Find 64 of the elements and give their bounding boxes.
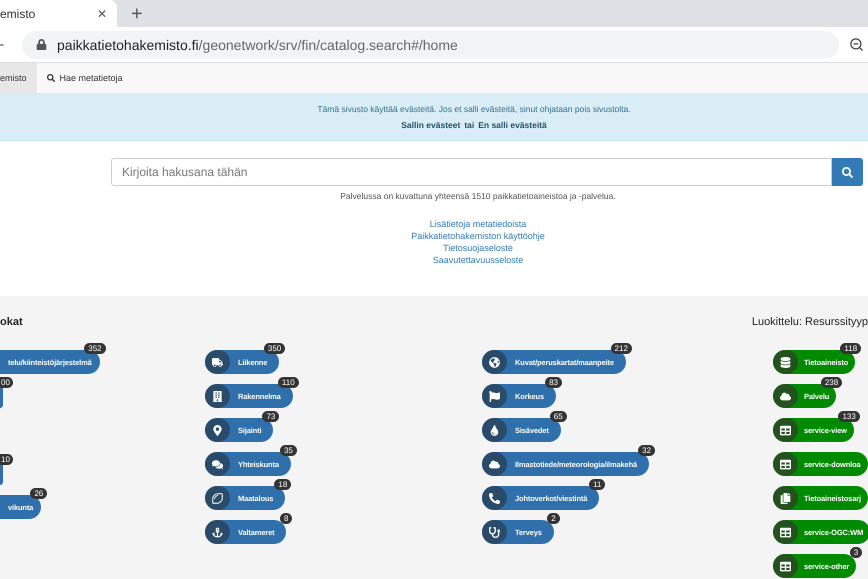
nav-link[interactable]: Hae metatietoja xyxy=(36,63,133,93)
info-link[interactable]: Paikkatietohakemiston käyttöohje xyxy=(411,231,545,241)
truck-icon xyxy=(212,356,223,368)
lock-icon xyxy=(36,39,47,50)
close-icon[interactable]: ✕ xyxy=(97,6,107,20)
section-title: Luokittelu: Resurssityyp xyxy=(752,316,868,330)
count-badge: 00 xyxy=(0,377,13,388)
table-icon xyxy=(780,424,791,436)
building-icon xyxy=(212,390,223,402)
flag-icon xyxy=(489,390,500,402)
zoom-out-icon[interactable] xyxy=(849,37,864,52)
count-badge: 8 xyxy=(280,513,292,524)
count-badge: 10 xyxy=(0,454,13,465)
count-badge: 83 xyxy=(545,377,562,388)
count-badge: 118 xyxy=(840,343,862,354)
browser-tab[interactable]: emisto ✕ xyxy=(0,0,117,27)
table-icon xyxy=(780,458,791,470)
database-icon xyxy=(780,356,791,368)
anchor-icon xyxy=(212,526,223,538)
count-badge: 65 xyxy=(550,411,567,422)
cookie-notice: Tämä sivusto käyttää evästeitä. Jos et salli evästeitä, sinut ohjataan pois sivustolta. xyxy=(317,104,631,114)
lemon-icon xyxy=(212,492,223,504)
count-badge: 238 xyxy=(820,377,842,388)
count-badge: 110 xyxy=(278,377,299,388)
new-tab-button[interactable]: + xyxy=(131,4,143,24)
table-icon xyxy=(780,560,791,572)
count-badge: 350 xyxy=(264,343,286,354)
search-button[interactable] xyxy=(832,158,863,186)
phone-icon xyxy=(489,492,500,504)
count-badge: 212 xyxy=(610,343,632,354)
decline-cookies-link[interactable]: En salli evästeitä xyxy=(478,120,547,130)
summary-text: Palvelussa on kuvattuna yhteensä 1510 paikkatietoaineistoa ja -palvelua. xyxy=(340,191,616,201)
accept-cookies-link[interactable]: Sallin evästeet xyxy=(401,120,460,130)
count-badge: 32 xyxy=(638,445,656,456)
info-link[interactable]: Tietosuojaseloste xyxy=(443,243,513,253)
count-badge: 26 xyxy=(30,488,48,499)
count-badge: 73 xyxy=(262,411,280,422)
count-badge: 133 xyxy=(838,411,860,422)
table-icon xyxy=(780,526,791,538)
search-field[interactable]: Kirjoita hakusana tähän xyxy=(111,158,832,186)
address-bar[interactable]: paikkatietohakemisto.fi/geonetwork/srv/fin/catalog.search#/home xyxy=(22,30,839,58)
section-title: okat xyxy=(0,316,23,330)
search-icon xyxy=(842,166,853,178)
info-link[interactable]: Lisätietoja metatiedoista xyxy=(430,219,526,229)
count-badge: 11 xyxy=(588,479,606,490)
copy-icon xyxy=(780,492,791,504)
info-link[interactable]: Saavutettavuusseloste xyxy=(432,255,524,265)
cloud-icon xyxy=(780,390,791,402)
water-drop-icon xyxy=(489,424,500,436)
search-icon xyxy=(46,74,55,82)
cloud-icon xyxy=(489,458,500,470)
separator-text: tai xyxy=(464,120,474,130)
count-badge: 3 xyxy=(850,547,862,558)
globe-icon xyxy=(489,356,500,368)
stethoscope-icon xyxy=(489,526,500,538)
map-pin-icon xyxy=(212,424,223,436)
count-badge: 352 xyxy=(84,343,106,354)
count-badge: 18 xyxy=(274,479,292,490)
tab-title: emisto xyxy=(0,6,36,20)
count-badge: 2 xyxy=(547,513,560,524)
speech-bubbles-icon xyxy=(212,458,223,470)
url-text: paikkatietohakemisto.fi/geonetwork/srv/fin/catalog.search#/home xyxy=(57,36,458,52)
nav-link[interactable]: emisto xyxy=(0,63,37,93)
count-badge: 35 xyxy=(280,445,297,456)
